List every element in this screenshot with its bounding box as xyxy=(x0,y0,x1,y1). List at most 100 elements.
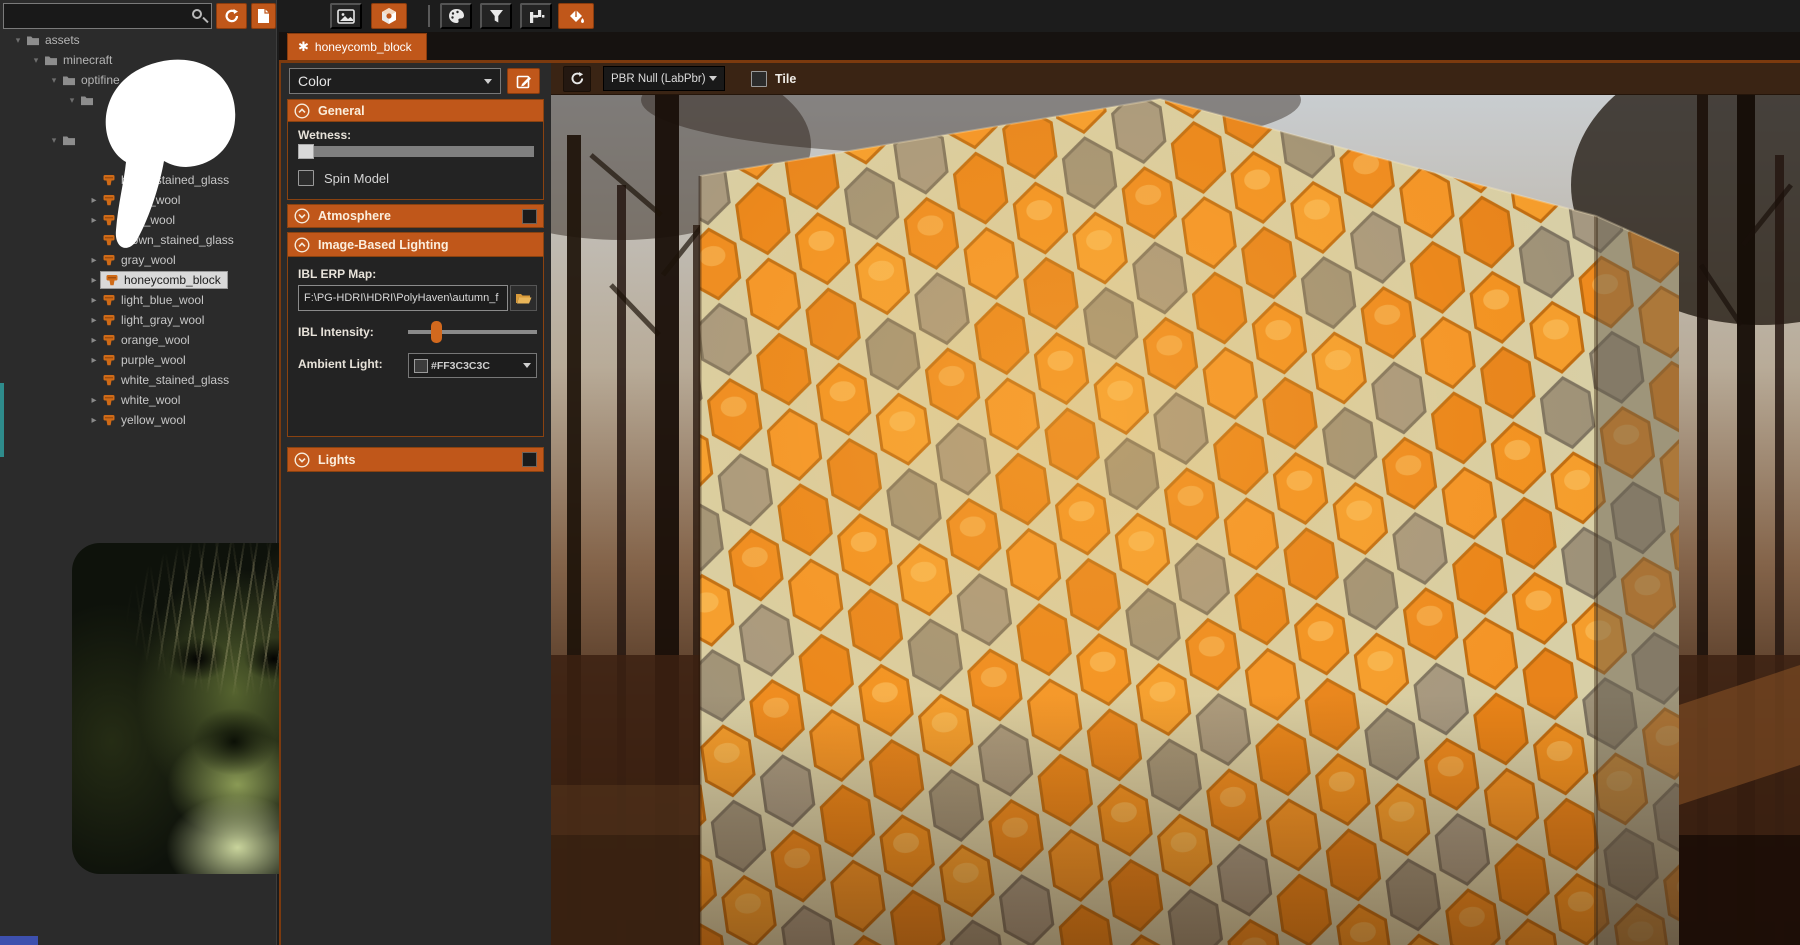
ibl-intensity-slider-handle[interactable] xyxy=(431,321,442,343)
tree-folder-row[interactable]: ▾ optifine xyxy=(0,70,277,90)
section-header-atmosphere[interactable]: Atmosphere xyxy=(287,204,544,228)
material-icon xyxy=(102,353,116,367)
tree-item-label: orange_wool xyxy=(121,333,190,347)
tree-item-label: gray_wool xyxy=(121,253,176,267)
ibl-erp-map-label: IBL ERP Map: xyxy=(298,267,376,281)
tree-item-row[interactable]: ▸ purple_wool xyxy=(0,350,277,370)
tile-checkbox-label: Tile xyxy=(775,72,796,86)
scroll-marker xyxy=(0,383,4,457)
ambient-light-color-dropdown[interactable]: #FF3C3C3C xyxy=(408,353,537,378)
filter-button[interactable] xyxy=(480,3,512,29)
tab-label: honeycomb_block xyxy=(315,40,412,54)
tree-item-label: black_wool xyxy=(121,193,180,207)
tree-folder-row[interactable]: ▾minecraft xyxy=(0,50,277,70)
folder-icon xyxy=(62,75,76,86)
tab-bar: ✱ honeycomb_block xyxy=(279,32,1800,60)
expander-caret-icon[interactable]: ▾ xyxy=(66,95,78,106)
atmosphere-enable-checkbox[interactable] xyxy=(522,209,537,224)
browse-erp-map-button[interactable] xyxy=(510,285,537,311)
expander-arrow-icon[interactable]: ▸ xyxy=(88,335,100,346)
pbr-mode-value: PBR Null (LabPbr) xyxy=(611,73,706,85)
app-window: ✱ honeycomb_block ▾assets▾minecraft▾opti… xyxy=(0,0,1800,945)
material-icon xyxy=(102,293,116,307)
new-file-button[interactable] xyxy=(251,3,276,29)
paint-bucket-button[interactable] xyxy=(558,3,594,29)
tile-checkbox[interactable] xyxy=(751,71,767,87)
tree-item-row[interactable]: black_stained_glass xyxy=(0,170,277,190)
tree-item-label: purple_wool xyxy=(121,353,186,367)
viewport-toolbar: PBR Null (LabPbr) Tile xyxy=(551,63,1800,95)
section-header-general[interactable]: General xyxy=(287,99,544,122)
image-view-button[interactable] xyxy=(330,3,362,29)
edit-layer-button[interactable] xyxy=(507,68,540,94)
tree-folder-label: optifine xyxy=(81,73,120,87)
tree-item-label: blue_wool xyxy=(121,213,175,227)
layer-select-dropdown[interactable]: Color xyxy=(289,68,501,94)
lights-enable-checkbox[interactable] xyxy=(522,452,537,467)
expander-arrow-icon[interactable]: ▸ xyxy=(88,295,100,306)
expander-arrow-icon[interactable]: ▸ xyxy=(88,195,100,206)
ibl-intensity-slider[interactable] xyxy=(408,330,537,334)
material-icon xyxy=(105,273,119,287)
ibl-erp-map-input[interactable] xyxy=(298,285,508,311)
expander-caret-icon[interactable]: ▾ xyxy=(30,55,42,66)
honeycomb-cube xyxy=(700,95,1680,945)
search-input[interactable] xyxy=(3,3,212,29)
chevron-down-icon xyxy=(523,363,531,368)
section-header-ibl[interactable]: Image-Based Lighting xyxy=(287,232,544,257)
expander-arrow-icon[interactable]: ▸ xyxy=(88,395,100,406)
tree-item-row[interactable]: ▸honeycomb_block xyxy=(0,270,277,290)
3d-view-button[interactable] xyxy=(371,3,407,29)
expander-arrow-icon[interactable]: ▸ xyxy=(88,275,100,286)
tree-item-row[interactable]: ▸ gray_wool xyxy=(0,250,277,270)
expander-caret-icon[interactable]: ▾ xyxy=(12,35,24,46)
node-graph-icon xyxy=(528,9,545,24)
selected-tree-item[interactable]: honeycomb_block xyxy=(100,271,228,289)
section-header-lights[interactable]: Lights xyxy=(287,447,544,472)
tree-item-row[interactable]: ▸light_gray_wool xyxy=(0,310,277,330)
chevron-up-circle-icon xyxy=(294,237,310,253)
folder-open-icon xyxy=(515,292,532,305)
tree-folder-row[interactable]: ▾ xyxy=(0,130,277,150)
chevron-down-icon xyxy=(709,76,717,81)
tree-folder-label: assets xyxy=(45,33,80,47)
expander-arrow-icon[interactable]: ▸ xyxy=(88,255,100,266)
tree-item-row[interactable]: ▸white_wool xyxy=(0,390,277,410)
expander-arrow-icon[interactable]: ▸ xyxy=(88,315,100,326)
viewport-refresh-button[interactable] xyxy=(563,66,591,92)
refresh-icon xyxy=(224,8,240,24)
refresh-tree-button[interactable] xyxy=(216,3,247,29)
palette-button[interactable] xyxy=(440,3,472,29)
expander-arrow-icon[interactable]: ▸ xyxy=(88,415,100,426)
search-icon xyxy=(192,9,202,19)
tree-folder-row[interactable]: ▾ xyxy=(0,90,277,110)
tree-item-row[interactable]: ▸ blue_wool xyxy=(0,210,277,230)
expander-arrow-icon[interactable]: ▸ xyxy=(88,355,100,366)
filter-icon xyxy=(489,9,504,24)
bottom-left-accent xyxy=(0,936,38,945)
tab-honeycomb-block[interactable]: ✱ honeycomb_block xyxy=(287,33,427,60)
expander-caret-icon[interactable]: ▾ xyxy=(48,75,60,86)
tree-item-row[interactable]: ▸ black_wool xyxy=(0,190,277,210)
section-body-ibl: IBL ERP Map: IBL Intensity: Ambient Ligh… xyxy=(287,257,544,437)
viewport-canvas[interactable] xyxy=(551,95,1800,945)
tree-item-label: yellow_wool xyxy=(121,413,186,427)
wetness-slider[interactable] xyxy=(298,146,534,157)
tree-folder-row[interactable]: ▾ assets xyxy=(0,30,277,50)
tree-item-row[interactable]: white_stained_glass xyxy=(0,370,277,390)
tree-item-row[interactable]: ▸ yellow_wool xyxy=(0,410,277,430)
expander-caret-icon[interactable]: ▾ xyxy=(48,135,60,146)
expander-arrow-icon[interactable]: ▸ xyxy=(88,215,100,226)
node-graph-button[interactable] xyxy=(520,3,552,29)
image-icon xyxy=(337,9,355,24)
tree-item-row[interactable]: ▸ orange_wool xyxy=(0,330,277,350)
material-icon xyxy=(102,413,116,427)
cube-3d-icon xyxy=(380,7,398,25)
tree-item-row[interactable]: ▸light_blue_wool xyxy=(0,290,277,310)
spin-model-checkbox[interactable] xyxy=(298,170,314,186)
palette-icon xyxy=(448,8,465,24)
ambient-color-swatch xyxy=(414,359,428,373)
pbr-mode-dropdown[interactable]: PBR Null (LabPbr) xyxy=(603,66,725,91)
wetness-slider-handle[interactable] xyxy=(298,144,314,159)
tree-item-row[interactable]: brown_stained_glass xyxy=(0,230,277,250)
